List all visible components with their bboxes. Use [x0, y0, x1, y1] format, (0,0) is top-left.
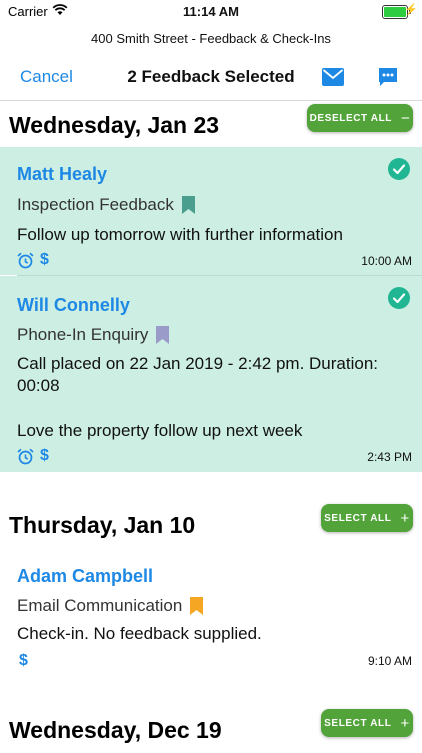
nav-title: 2 Feedback Selected [127, 67, 295, 86]
item-icons: $ [17, 251, 49, 269]
deselect-all-button[interactable]: DESELECT ALL − [307, 104, 413, 132]
feedback-text: Follow up tomorrow with further informat… [17, 225, 343, 244]
alarm-clock-icon [17, 448, 34, 464]
bookmark-icon [156, 326, 170, 344]
property-subtitle: 400 Smith Street - Feedback & Check-Ins [91, 31, 331, 46]
select-all-button[interactable]: SELECT ALL + [321, 709, 413, 737]
contact-name[interactable]: Adam Campbell [17, 566, 153, 587]
feedback-text: Check-in. No feedback supplied. [17, 624, 262, 643]
nav-divider [0, 100, 422, 101]
alarm-clock-icon [17, 252, 34, 268]
contact-name[interactable]: Will Connelly [17, 295, 130, 316]
feedback-type: Email Communication [17, 596, 204, 616]
contact-name[interactable]: Matt Healy [17, 164, 107, 185]
plus-icon: + [400, 509, 410, 527]
feedback-type-label: Phone-In Enquiry [17, 325, 149, 344]
message-icon[interactable] [377, 66, 399, 88]
feedback-type: Inspection Feedback [17, 195, 195, 215]
feedback-item[interactable]: Adam Campbell Email Communication Check-… [0, 551, 422, 679]
button-label: SELECT ALL [324, 717, 392, 729]
section-header: Wednesday, Dec 19 SELECT ALL + [0, 709, 422, 753]
dollar-icon: $ [19, 652, 28, 669]
section-date: Wednesday, Jan 23 [9, 112, 220, 138]
feedback-type-label: Inspection Feedback [17, 195, 174, 214]
item-time: 2:43 PM [367, 450, 412, 464]
item-time: 10:00 AM [361, 254, 412, 268]
checkmark-icon [388, 287, 410, 309]
item-time: 9:10 AM [367, 654, 412, 668]
dollar-icon: $ [40, 251, 49, 268]
charging-icon: ⚡ [404, 4, 418, 16]
section-header: Wednesday, Jan 23 DESELECT ALL − [0, 104, 422, 148]
feedback-text: Call placed on 22 Jan 2019 - 2:42 pm. Du… [17, 354, 379, 395]
dollar-icon: $ [40, 447, 49, 464]
feedback-item[interactable]: Will Connelly Phone-In Enquiry Call plac… [0, 276, 422, 472]
button-label: DESELECT ALL [309, 112, 392, 124]
checkmark-icon [388, 158, 410, 180]
bookmark-icon [181, 196, 195, 214]
mail-icon[interactable] [322, 68, 344, 86]
plus-icon: + [400, 714, 410, 732]
feedback-type-label: Email Communication [17, 596, 183, 615]
section-header: Thursday, Jan 10 SELECT ALL + [0, 504, 422, 548]
select-all-button[interactable]: SELECT ALL + [321, 504, 413, 532]
section-date: Thursday, Jan 10 [9, 512, 196, 538]
minus-icon: − [401, 109, 411, 127]
feedback-type: Phone-In Enquiry [17, 325, 170, 345]
status-bar: Carrier 11:14 AM ⚡ [0, 0, 422, 24]
item-icons: $ [17, 652, 28, 670]
navigation-bar: Cancel 2 Feedback Selected [0, 58, 422, 98]
feedback-item[interactable]: Matt Healy Inspection Feedback Follow up… [0, 147, 422, 275]
bookmark-icon [190, 597, 204, 615]
feedback-note: Love the property follow up next week [17, 421, 303, 440]
item-icons: $ [17, 447, 49, 465]
button-label: SELECT ALL [324, 512, 392, 524]
section-date: Wednesday, Dec 19 [9, 717, 222, 743]
clock: 11:14 AM [183, 4, 239, 19]
